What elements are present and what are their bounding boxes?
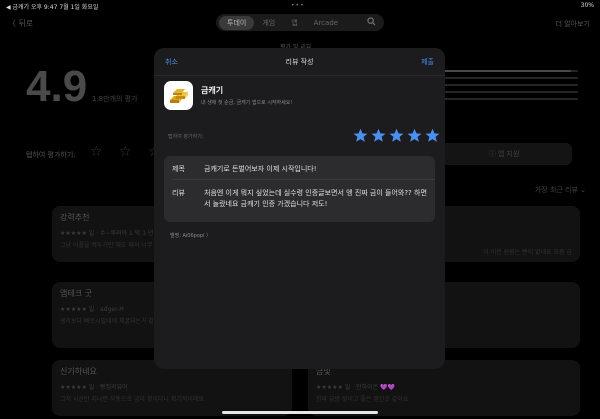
star-icon[interactable] xyxy=(353,128,368,143)
submit-button[interactable]: 제출 xyxy=(421,57,434,67)
star-icon[interactable] xyxy=(371,128,386,143)
tab-today[interactable]: 투데이 xyxy=(219,15,255,30)
learn-more-link[interactable]: 더 알아보기 xyxy=(556,19,590,29)
rating-bar-3 xyxy=(430,84,578,86)
title-field[interactable]: 금캐기로 돈벌어보자 이제 시작입니다! xyxy=(204,164,427,175)
review-label: 리뷰 xyxy=(172,189,185,197)
search-icon[interactable] xyxy=(367,17,376,28)
multitask-dots[interactable]: ••• xyxy=(291,2,305,9)
rating-bar-4 xyxy=(430,77,578,79)
gold-bars-icon xyxy=(164,81,193,110)
review-meta: ★★★★★ 일 · 빵집리뷰어 xyxy=(60,384,128,391)
review-body: 그저 시간만 지나면 자동으로 금이 쌓이다니 획기적이에요 xyxy=(60,396,204,403)
rating-bar-2 xyxy=(430,91,578,93)
rating-distribution xyxy=(430,70,578,105)
back-button[interactable]: 〈 뒤로 xyxy=(8,18,33,29)
star-icon[interactable] xyxy=(407,128,422,143)
sort-reviews-link[interactable]: 가장 최근 리뷰 ⌄ xyxy=(535,185,586,195)
tap-to-rate-label: 탭하여 평가하기: xyxy=(168,134,204,140)
home-indicator[interactable] xyxy=(222,411,378,414)
app-subtitle: 내 생애 첫 순금, 금캐기 앱으로 시작하세요! xyxy=(201,100,293,106)
tab-games[interactable]: 게임 xyxy=(254,16,283,30)
app-name: 금캐기 xyxy=(201,86,224,95)
sheet-title: 리뷰 작성 xyxy=(285,58,314,66)
nickname-link[interactable]: 별명: Ai06popi 〉 xyxy=(170,232,211,239)
star-icon[interactable] xyxy=(389,128,404,143)
review-body: 진짜 금방 쌓이고 좋은 앱인것 같아요 xyxy=(316,396,409,403)
status-bar: ◀ 금캐기 오후 9:47 7월 1일 화요일 ••• 30% xyxy=(0,0,600,12)
star-icon[interactable] xyxy=(425,128,440,143)
write-review-sheet: 취소 리뷰 작성 제출 금캐기 내 생애 첫 순금, 금캐기 앱으로 시작하세요… xyxy=(154,48,445,369)
rating-bar-5 xyxy=(430,70,578,72)
sheet-header: 취소 리뷰 작성 제출 xyxy=(154,48,445,76)
rating-count: 1.8만개의 평가 xyxy=(92,95,138,103)
tap-to-rate-label: 탭하여 평가하기: xyxy=(26,151,76,159)
review-form: 제목 금캐기로 돈벌어보자 이제 시작입니다! 리뷰 처음엔 이게 뭐지 싶었는… xyxy=(164,156,435,222)
app-support-button[interactable]: ⓘ 앱 지원 xyxy=(436,143,572,165)
form-divider xyxy=(172,179,435,180)
star-rating xyxy=(350,128,440,143)
tab-bar: 투데이 게임 앱 Arcade xyxy=(216,14,384,31)
review-textarea[interactable]: 처음엔 이게 뭐지 싶었는데 실수령 인증글보면서 엥 진짜 금이 들어와?? … xyxy=(204,188,427,210)
average-rating: 4.9 xyxy=(26,62,88,111)
tab-apps[interactable]: 앱 xyxy=(283,16,305,30)
review-meta: ★★★★★ 일 · 안하이은 💜💜 xyxy=(316,384,395,391)
rating-bar-1 xyxy=(430,98,578,100)
battery-status: 30% xyxy=(580,2,594,9)
tab-arcade[interactable]: Arcade xyxy=(306,17,346,29)
title-label: 제목 xyxy=(172,165,185,173)
status-left: ◀ 금캐기 오후 9:47 7월 1일 화요일 xyxy=(6,4,99,11)
app-header: 금캐기 내 생애 첫 순금, 금캐기 앱으로 시작하세요! xyxy=(164,81,292,110)
